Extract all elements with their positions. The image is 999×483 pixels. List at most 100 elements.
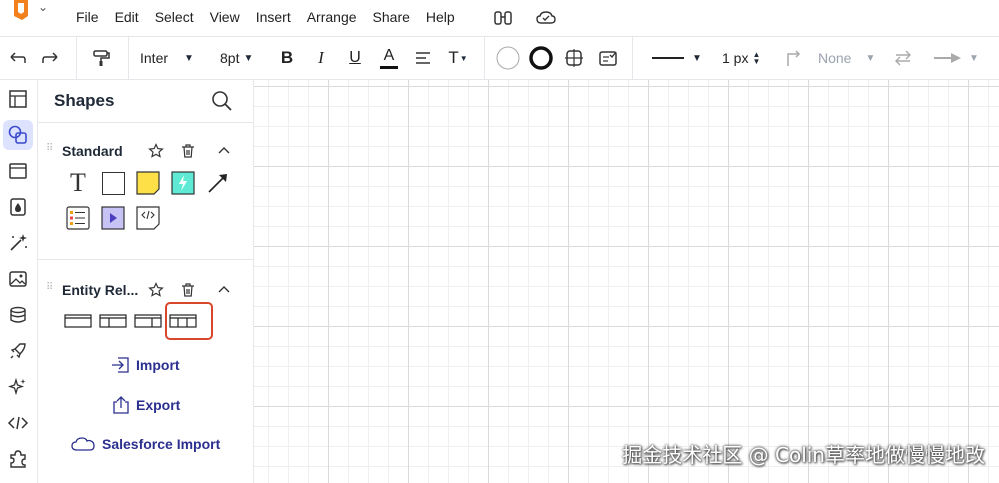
toolbar: Inter ▼ 8pt ▼ B I U A T ▼ ▼ 1 px ▲ ▼ Non… xyxy=(0,36,999,80)
action-shape[interactable] xyxy=(170,170,196,196)
menu-file[interactable]: File xyxy=(76,8,99,26)
italic-button[interactable]: I xyxy=(310,37,332,79)
salesforce-import-label: Salesforce Import xyxy=(102,436,221,452)
export-link[interactable]: Export xyxy=(112,395,180,415)
export-label: Export xyxy=(136,397,181,413)
shape-options-button[interactable] xyxy=(562,37,586,79)
sticky-note-shape[interactable] xyxy=(135,170,161,196)
menu-select[interactable]: Select xyxy=(155,8,194,26)
bold-button[interactable]: B xyxy=(276,37,298,79)
font-size-select[interactable]: 8pt ▼ xyxy=(220,37,264,79)
line-color-button[interactable] xyxy=(527,37,555,79)
diagram-canvas[interactable] xyxy=(254,80,999,483)
arrow-start-select[interactable]: None ▼ xyxy=(818,37,882,79)
shapes-icon xyxy=(8,125,27,144)
swap-arrows-button[interactable] xyxy=(890,37,916,79)
line-style-preview xyxy=(652,57,685,59)
rail-frame-button[interactable] xyxy=(3,156,33,186)
play-icon xyxy=(101,206,125,230)
caret-down-icon: ▼ xyxy=(243,52,254,64)
code-icon xyxy=(7,416,29,430)
trash-icon[interactable] xyxy=(180,282,196,298)
arrow-right-icon xyxy=(934,53,962,63)
rail-launch-button[interactable] xyxy=(3,336,33,366)
clipboard-check-icon xyxy=(599,51,617,66)
undo-button[interactable] xyxy=(4,37,30,79)
fill-circle-icon xyxy=(496,46,520,70)
paint-roller-icon xyxy=(93,50,110,66)
shapes-panel: Shapes ⠿ Standard T ⠿ Entity Rel... Impo… xyxy=(38,80,254,483)
text-shape[interactable]: T xyxy=(65,168,91,197)
line-style-select[interactable]: ▼ xyxy=(650,37,704,79)
search-icon[interactable] xyxy=(210,89,234,113)
rail-pages-button[interactable] xyxy=(3,84,33,114)
list-shape[interactable] xyxy=(65,205,91,231)
menu-view[interactable]: View xyxy=(210,8,240,26)
text-align-button[interactable] xyxy=(412,37,434,79)
entity-2col-shape[interactable] xyxy=(99,314,127,328)
video-shape[interactable] xyxy=(100,205,126,231)
drag-handle-icon[interactable]: ⠿ xyxy=(46,144,53,154)
star-icon[interactable] xyxy=(148,143,164,159)
font-family-select[interactable]: Inter ▼ xyxy=(140,37,208,79)
menu-share[interactable]: Share xyxy=(373,8,410,26)
chevron-up-icon[interactable] xyxy=(216,143,232,159)
menu-help[interactable]: Help xyxy=(426,8,455,26)
salesforce-import-link[interactable]: Salesforce Import xyxy=(70,435,220,453)
image-icon xyxy=(9,271,27,287)
menu-edit[interactable]: Edit xyxy=(115,8,139,26)
text-options-icon: T xyxy=(448,48,459,67)
paint-drop-icon xyxy=(10,198,26,216)
text-options-button[interactable]: T ▼ xyxy=(446,37,470,79)
chevron-up-icon[interactable] xyxy=(216,282,232,298)
font-color-button[interactable]: A xyxy=(378,37,400,79)
bold-icon: B xyxy=(280,48,294,67)
italic-icon: I xyxy=(318,48,324,67)
rail-integrations-button[interactable] xyxy=(3,444,33,474)
panel-title: Shapes xyxy=(54,91,115,110)
fill-color-button[interactable] xyxy=(494,37,522,79)
layout-icon xyxy=(9,90,27,108)
cloud-check-icon[interactable] xyxy=(535,8,557,28)
arrow-end-select[interactable]: ▼ xyxy=(926,37,986,79)
import-label: Import xyxy=(136,357,180,373)
app-logo-icon[interactable] xyxy=(8,0,34,20)
lightning-icon xyxy=(171,171,195,195)
align-left-icon xyxy=(416,52,430,64)
import-link[interactable]: Import xyxy=(110,356,180,374)
embed-shape[interactable] xyxy=(135,205,161,231)
line-width-select[interactable]: 1 px ▲ ▼ xyxy=(722,37,770,79)
caret-down-icon: ▼ xyxy=(184,52,194,64)
swap-icon xyxy=(895,50,911,66)
format-painter-button[interactable] xyxy=(88,37,114,79)
underline-icon: U xyxy=(349,49,361,66)
rail-fill-button[interactable] xyxy=(3,192,33,222)
rail-data-button[interactable] xyxy=(3,300,33,330)
chevron-down-icon[interactable]: ⌄ xyxy=(38,0,48,14)
arrow-line-shape[interactable] xyxy=(205,170,231,196)
underline-button[interactable]: U xyxy=(344,37,366,79)
rail-ai-button[interactable] xyxy=(3,372,33,402)
trash-icon[interactable] xyxy=(180,143,196,159)
rail-magic-button[interactable] xyxy=(3,228,33,258)
redo-button[interactable] xyxy=(38,37,64,79)
entity-1col-shape[interactable] xyxy=(64,314,92,328)
line-width-value: 1 px xyxy=(722,50,749,66)
style-options-button[interactable] xyxy=(596,37,620,79)
rectangle-shape[interactable] xyxy=(100,170,126,196)
selection-highlight xyxy=(165,302,213,340)
menu-insert[interactable]: Insert xyxy=(256,8,291,26)
diagonal-arrow-icon xyxy=(208,174,227,193)
drag-handle-icon[interactable]: ⠿ xyxy=(46,283,53,293)
star-icon[interactable] xyxy=(148,282,164,298)
rail-image-button[interactable] xyxy=(3,264,33,294)
rail-code-button[interactable] xyxy=(3,408,33,438)
connector-style-button[interactable] xyxy=(782,37,806,79)
binoculars-icon[interactable] xyxy=(492,8,514,28)
entity-2col-alt-shape[interactable] xyxy=(134,314,162,328)
rail-shapes-button[interactable] xyxy=(3,120,33,150)
puzzle-icon xyxy=(10,450,26,468)
font-color-swatch xyxy=(380,65,398,69)
menu-arrange[interactable]: Arrange xyxy=(307,8,357,26)
font-size-value: 8pt xyxy=(220,50,240,66)
